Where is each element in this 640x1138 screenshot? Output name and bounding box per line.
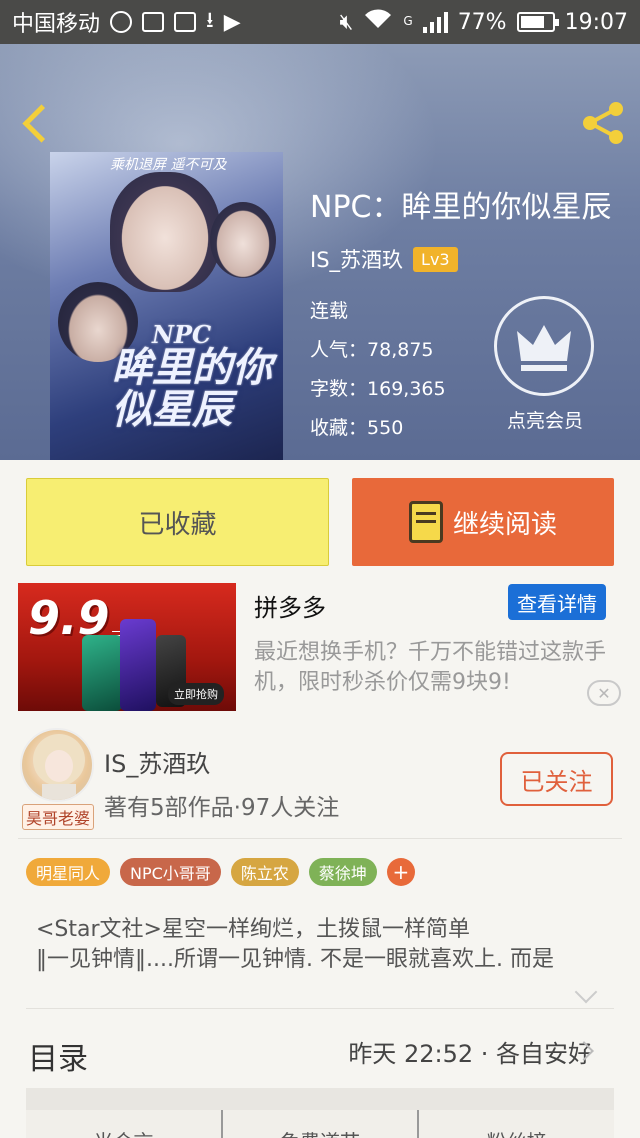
avatar-tag: 昊哥老婆: [22, 804, 94, 830]
author-meta: 著有5部作品·97人关注: [104, 795, 340, 821]
words-label: 字数：: [310, 378, 368, 400]
media-icon: ▶: [223, 9, 241, 35]
ad-phone-image: [120, 619, 156, 711]
continue-reading-label: 继续阅读: [452, 509, 557, 540]
tag-item[interactable]: 陈立农: [230, 858, 299, 886]
cover-title: NPC 眸里的你似星辰: [112, 322, 282, 431]
bottom-tab[interactable]: 光合言: [26, 1110, 223, 1138]
ad-image[interactable]: 9.9 元 立即抢购: [18, 583, 236, 711]
ad-description[interactable]: 最近想换手机？千万不能错过这款手机，限时秒杀价仅需9块9!: [254, 638, 614, 698]
signal-icon: [422, 11, 448, 33]
divider: [18, 838, 622, 839]
popularity-label: 人气：: [310, 339, 368, 361]
close-icon[interactable]: ✕: [587, 680, 621, 706]
ad-brand: 拼多多: [254, 594, 326, 622]
popularity-value: 78,875: [367, 339, 434, 361]
tag-item[interactable]: 明星同人: [26, 858, 111, 886]
description-line: <Star文社>星空一样绚烂，土拨鼠一样简单: [36, 917, 470, 942]
cover-figure: [210, 202, 276, 278]
words-value: 169,365: [367, 378, 446, 400]
cover-tagline: 乘机退屏 遥不可及: [110, 157, 227, 173]
bottom-tabs: 光合言 免费道节 粉丝榜: [26, 1110, 614, 1138]
bottom-tab[interactable]: 粉丝榜: [419, 1110, 614, 1138]
ad-detail-button[interactable]: 查看详情: [508, 584, 606, 620]
toc-latest-chapter[interactable]: 昨天 22:52 · 各自安好: [348, 1034, 592, 1069]
chevron-down-icon[interactable]: [574, 980, 598, 1004]
mute-icon: 🔇︎: [339, 9, 354, 35]
back-icon[interactable]: [18, 102, 54, 146]
status-bar: 中国移动 ⭳ ▶ 🔇︎ G 77% 19:07: [0, 0, 640, 44]
book-icon: [408, 501, 443, 543]
toc-title[interactable]: 目录: [28, 1034, 88, 1078]
wifi-icon: [363, 8, 393, 36]
follow-button[interactable]: 已关注: [500, 752, 613, 806]
author-name[interactable]: IS_苏酒玖: [310, 244, 403, 274]
vip-label[interactable]: 点亮会员: [480, 406, 610, 433]
battery-icon: [516, 12, 559, 32]
ad-phone-image: [82, 635, 122, 711]
avatar[interactable]: [20, 728, 94, 802]
continue-reading-button[interactable]: 继续阅读: [352, 478, 614, 566]
level-badge: Lv3: [413, 246, 458, 272]
favorites-value: 550: [367, 417, 404, 439]
cover-figure: [110, 172, 220, 292]
section-panel: [26, 1088, 614, 1110]
book-description[interactable]: <Star文社>星空一样绚烂，土拨鼠一样简单 ‖一见钟情‖....所谓一见钟情.…: [36, 915, 616, 975]
gallery-icon: [142, 12, 165, 32]
tag-item[interactable]: 蔡徐坤: [308, 858, 377, 886]
ad-cta: 立即抢购: [168, 683, 224, 705]
author-row: IS_苏酒玖 Lv3: [310, 244, 611, 274]
divider: [26, 1008, 614, 1009]
battery-percent: 77%: [457, 9, 507, 35]
carrier-label: 中国移动: [12, 12, 101, 37]
book-title: NPC：眸里的你似星辰: [310, 190, 612, 225]
book-cover[interactable]: 乘机退屏 遥不可及 NPC 眸里的你似星辰: [50, 152, 283, 460]
crown-icon[interactable]: [494, 296, 594, 396]
tag-item[interactable]: NPC小哥哥: [120, 858, 221, 886]
download-icon: ⭳: [206, 8, 214, 33]
network-type: G: [403, 14, 413, 28]
favorites-label: 收藏：: [310, 417, 368, 439]
tag-list: 明星同人 NPC小哥哥 陈立农 蔡徐坤 +: [26, 858, 415, 886]
author-name[interactable]: IS_苏酒玖: [104, 744, 210, 779]
cover-title-cn: 眸里的你似星辰: [112, 344, 272, 434]
collected-button[interactable]: 已收藏: [26, 478, 329, 566]
clock: 19:07: [564, 9, 628, 35]
wechat-icon: [110, 11, 133, 33]
book-header: 乘机退屏 遥不可及 NPC 眸里的你似星辰 NPC：眸里的你似星辰 IS_苏酒玖…: [0, 44, 640, 460]
description-line: ‖一见钟情‖....所谓一见钟情. 不是一眼就喜欢上. 而是: [36, 947, 554, 972]
bottom-tab[interactable]: 免费道节: [223, 1110, 420, 1138]
add-tag-button[interactable]: +: [386, 858, 415, 886]
status-text: 连载: [310, 300, 349, 322]
share-icon[interactable]: [578, 98, 628, 148]
sim-icon: [174, 12, 197, 32]
